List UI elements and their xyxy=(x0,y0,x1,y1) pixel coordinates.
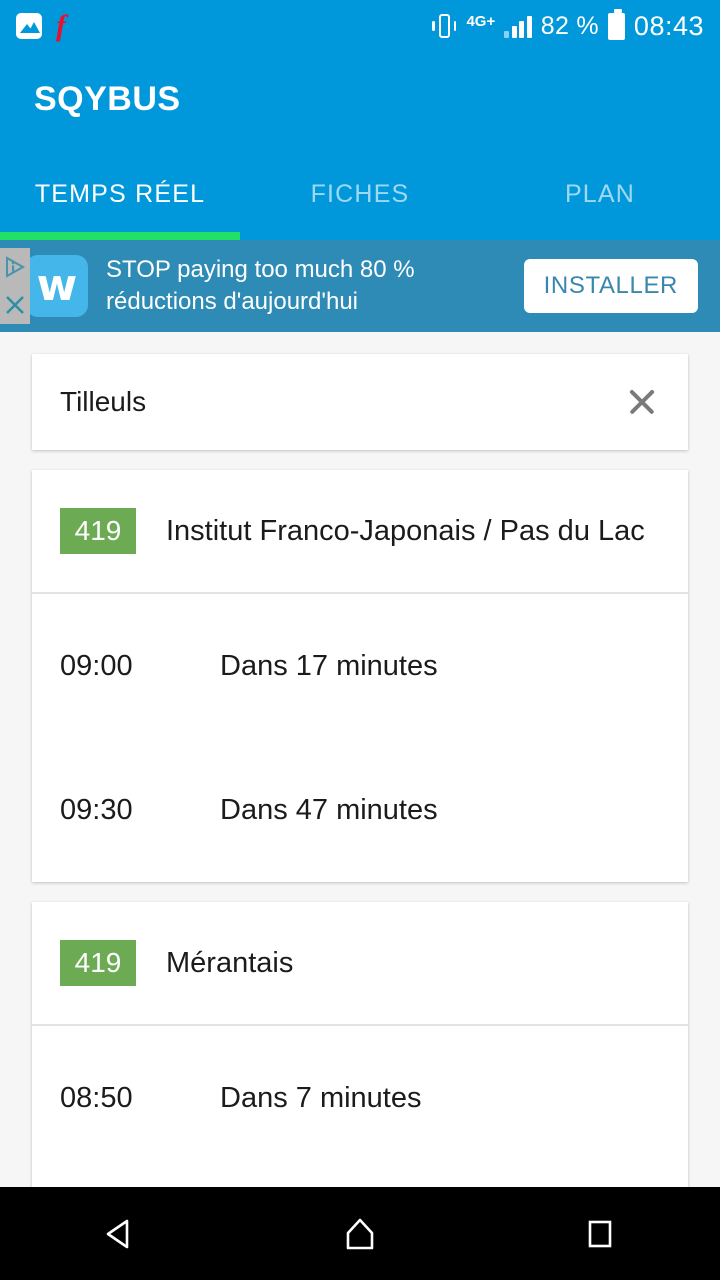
line-badge: 419 xyxy=(60,940,136,986)
free-mobile-f-logo: f xyxy=(56,9,66,42)
departure-row: 08:50 Dans 7 minutes xyxy=(32,1026,688,1170)
home-icon[interactable] xyxy=(300,1214,420,1254)
departure-eta: Dans 47 minutes xyxy=(220,793,438,826)
result-card[interactable]: 419 Institut Franco-Japonais / Pas du La… xyxy=(32,470,688,882)
ad-install-button[interactable]: INSTALLER xyxy=(523,259,698,313)
ad-close-icon[interactable] xyxy=(0,286,30,324)
battery-percent-label: 82 % xyxy=(540,11,599,40)
tab-fiches[interactable]: FICHES xyxy=(240,180,480,209)
battery-icon xyxy=(607,8,625,40)
active-tab-indicator xyxy=(0,232,240,240)
line-badge: 419 xyxy=(60,508,136,554)
departure-row: 09:00 Dans 17 minutes xyxy=(32,594,688,738)
phone-screen: f 4G+ 82 % 08:43 SQYBUS TEMPS RÉEL FICHE… xyxy=(0,0,720,1280)
status-bar-right-icons: 4G+ 82 % 08:43 xyxy=(431,8,704,42)
line-header: 419 Institut Franco-Japonais / Pas du La… xyxy=(32,470,688,592)
departure-row: 09:30 Dans 47 minutes xyxy=(32,738,688,882)
adchoices-icon[interactable] xyxy=(0,248,30,286)
gallery-icon xyxy=(16,13,42,39)
status-bar: f 4G+ 82 % 08:43 xyxy=(0,0,720,52)
signal-bars-icon xyxy=(504,14,532,38)
departure-eta: Dans 7 minutes xyxy=(220,1081,422,1114)
back-triangle-icon[interactable] xyxy=(60,1214,180,1254)
page-title: SQYBUS xyxy=(34,80,181,118)
ad-banner[interactable]: w STOP paying too much 80 % réductions d… xyxy=(0,240,720,332)
status-bar-clock: 08:43 xyxy=(633,10,704,41)
recents-square-icon[interactable] xyxy=(540,1214,660,1254)
vibrate-icon xyxy=(431,12,457,40)
stop-search-field[interactable]: Tilleuls xyxy=(32,354,688,450)
network-type-label: 4G+ xyxy=(466,12,496,30)
departure-time: 09:00 xyxy=(60,649,133,682)
tab-plan[interactable]: PLAN xyxy=(480,180,720,209)
main-content: Tilleuls 419 Institut Franco-Japonais / … xyxy=(0,332,720,1240)
line-destination: Institut Franco-Japonais / Pas du Lac xyxy=(166,514,645,547)
search-input[interactable]: Tilleuls xyxy=(60,386,624,418)
line-header: 419 Mérantais xyxy=(32,902,688,1024)
line-destination: Mérantais xyxy=(166,946,294,979)
status-bar-left-icons: f xyxy=(16,9,66,42)
clear-icon[interactable] xyxy=(624,384,660,420)
tab-temps-reel[interactable]: TEMPS RÉEL xyxy=(0,180,240,209)
tab-bar: TEMPS RÉEL FICHES PLAN xyxy=(0,148,720,240)
android-nav-bar xyxy=(0,1187,720,1280)
ad-advertiser-logo: w xyxy=(26,255,88,317)
app-bar: SQYBUS TEMPS RÉEL FICHES PLAN xyxy=(0,52,720,240)
ad-text: STOP paying too much 80 % réductions d'a… xyxy=(106,256,415,315)
departure-time: 08:50 xyxy=(60,1081,133,1114)
departure-time: 09:30 xyxy=(60,793,133,826)
ad-choices-controls[interactable] xyxy=(0,248,30,324)
departure-eta: Dans 17 minutes xyxy=(220,649,438,682)
ad-logo-letter: w xyxy=(36,260,78,311)
